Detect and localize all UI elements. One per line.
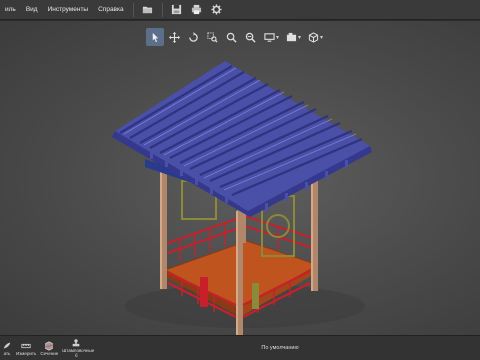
toolbar-separator — [161, 2, 163, 17]
chevron-down-icon[interactable]: ▾ — [320, 34, 323, 41]
menu-help[interactable]: Справка — [93, 0, 129, 20]
open-folder-icon — [143, 6, 153, 14]
settings-button[interactable] — [209, 2, 225, 18]
markup-label: ать — [3, 350, 11, 356]
rotate-button[interactable] — [184, 28, 202, 46]
status-text: По умолчанию — [261, 345, 299, 351]
measure-button[interactable]: Измерить — [14, 336, 38, 360]
zoom-window-icon — [206, 31, 218, 43]
pan-icon — [168, 31, 180, 43]
menu-view[interactable]: Вид — [21, 0, 43, 20]
section-button[interactable]: Сечение — [38, 336, 60, 360]
chevron-down-icon[interactable]: ▾ — [276, 34, 279, 41]
save-icon — [172, 4, 182, 15]
zoom-fit-icon — [245, 32, 256, 43]
zoom-icon — [226, 32, 237, 43]
select-arrow-icon — [152, 32, 158, 42]
markup-button[interactable]: ать — [0, 336, 14, 360]
rotate-icon — [188, 31, 198, 42]
zoom-window-button[interactable] — [203, 28, 221, 46]
save-button[interactable] — [169, 2, 185, 18]
open-button[interactable] — [140, 2, 156, 18]
pavilion-3d-model[interactable] — [0, 21, 480, 335]
toolbar-separator — [132, 2, 134, 17]
markup-icon — [3, 342, 11, 348]
bottom-toolbar: ать Измерить Сечение Штамповочные б По у… — [0, 335, 480, 360]
zoom-button[interactable] — [222, 28, 240, 46]
app-window: иль Вид Инструменты Справка ▾ ▾ ▾ ать Из… — [0, 0, 480, 360]
print-button[interactable] — [189, 2, 205, 18]
settings-icon — [211, 4, 222, 15]
menu-tools[interactable]: Инструменты — [43, 0, 94, 20]
display-mode-icon — [263, 32, 275, 42]
pan-button[interactable] — [165, 28, 183, 46]
top-menu-bar: иль Вид Инструменты Справка — [0, 0, 480, 20]
section-icon — [45, 340, 54, 351]
stamp-button[interactable]: Штамповочные б — [60, 336, 95, 360]
chevron-down-icon[interactable]: ▾ — [298, 34, 301, 41]
menu-file[interactable]: иль — [0, 0, 21, 20]
viewport-toolbar: ▾ ▾ ▾ — [146, 28, 325, 46]
stamp-icon — [72, 339, 80, 347]
stamp-label: Штамповочные б — [62, 348, 95, 358]
menu-bar: иль Вид Инструменты Справка — [0, 0, 129, 20]
section-label: Сечение — [40, 350, 59, 356]
select-button[interactable] — [146, 28, 164, 46]
3d-viewport[interactable]: ▾ ▾ ▾ — [0, 21, 480, 335]
zoom-fit-button[interactable] — [241, 28, 259, 46]
camera-view-icon — [286, 32, 296, 41]
cube-view-icon — [308, 31, 318, 43]
measure-label: Измерить — [16, 350, 37, 356]
measure-icon — [21, 343, 31, 348]
print-icon — [192, 4, 202, 15]
